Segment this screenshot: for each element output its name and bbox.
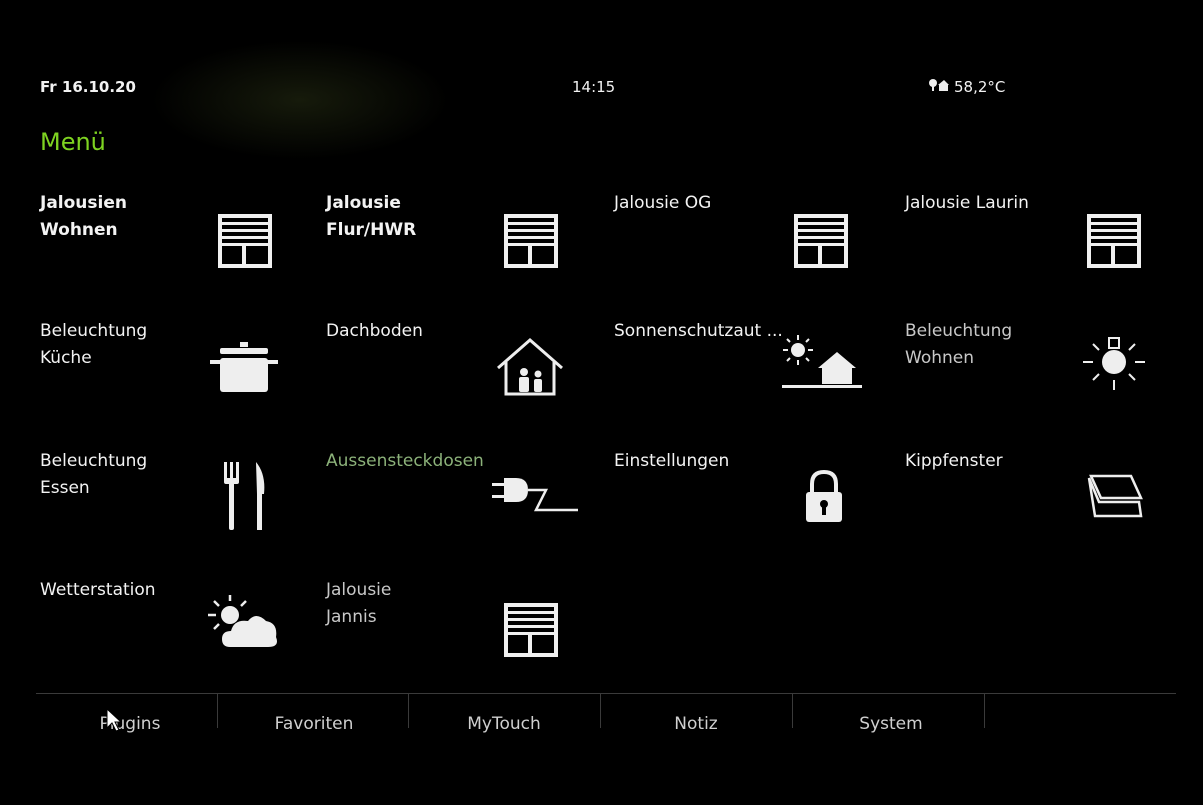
tile-label: Dachboden (326, 321, 423, 341)
tile-sonnenschutzautomatik[interactable]: Sonnenschutzaut ... (614, 318, 864, 438)
nav-separator (600, 694, 601, 728)
plug-icon (490, 474, 580, 524)
tile-jalousien-wohnen[interactable]: Jalousien Wohnen (40, 190, 290, 310)
tile-wetterstation[interactable]: Wetterstation (40, 577, 290, 697)
temperature-value: 58,2°C (954, 78, 1006, 96)
cooking-pot-icon (208, 340, 280, 400)
nav-separator (217, 694, 218, 728)
tile-einstellungen[interactable]: Einstellungen (614, 448, 864, 568)
blind-icon (502, 212, 560, 274)
bottom-navigation: Plugins Favoriten MyTouch Notiz System (36, 690, 1176, 750)
tile-label: Sonnenschutzaut ... (614, 321, 783, 341)
tile-label: Beleuchtung Essen (40, 451, 148, 498)
tab-system[interactable]: System (841, 714, 941, 734)
nav-separator (408, 694, 409, 728)
tile-label: Jalousie Flur/HWR (326, 193, 417, 240)
tab-notiz[interactable]: Notiz (656, 714, 736, 734)
tile-label: Jalousien Wohnen (40, 193, 127, 240)
tile-beleuchtung-wohnen[interactable]: Beleuchtung Wohnen (905, 318, 1155, 438)
tile-label: Beleuchtung Küche (40, 321, 148, 368)
tile-label: Beleuchtung Wohnen (905, 321, 1013, 368)
tile-jalousie-og[interactable]: Jalousie OG (614, 190, 864, 310)
fork-knife-icon (220, 460, 272, 536)
tile-jalousie-laurin[interactable]: Jalousie Laurin (905, 190, 1155, 310)
touch-panel-screen: Fr 16.10.20 14:15 58,2°C Menü Jalousien … (0, 0, 1203, 805)
tile-label: Aussensteckdosen (326, 451, 484, 471)
light-bulb-icon (1079, 332, 1149, 406)
tile-label: Jalousie OG (614, 193, 712, 213)
tile-jalousie-jannis[interactable]: Jalousie Jannis (326, 577, 576, 697)
menu-title: Menü (40, 128, 106, 156)
tab-favoriten[interactable]: Favoriten (264, 714, 364, 734)
blind-icon (502, 601, 560, 663)
tile-beleuchtung-kueche[interactable]: Beleuchtung Küche (40, 318, 290, 438)
tilt-window-icon (1085, 472, 1145, 526)
tree-house-icon (928, 78, 950, 96)
status-date: Fr 16.10.20 (40, 78, 136, 96)
screen-glare (150, 40, 450, 160)
status-time: 14:15 (572, 78, 616, 96)
tile-aussensteckdosen[interactable]: Aussensteckdosen (326, 448, 578, 568)
sun-house-icon (780, 334, 866, 394)
mouse-pointer-icon (106, 707, 123, 736)
tile-kippfenster[interactable]: Kippfenster (905, 448, 1155, 568)
tile-jalousie-flur-hwr[interactable]: Jalousie Flur/HWR (326, 190, 576, 310)
tab-mytouch[interactable]: MyTouch (454, 714, 554, 734)
lock-icon (804, 468, 844, 530)
tile-label: Kippfenster (905, 451, 1003, 471)
tab-plugins[interactable]: Plugins (90, 714, 170, 734)
nav-divider (36, 693, 1176, 694)
status-temperature: 58,2°C (928, 78, 1005, 96)
tile-label: Einstellungen (614, 451, 730, 471)
tile-label: Wetterstation (40, 580, 156, 600)
nav-separator (984, 694, 985, 728)
tile-label: Jalousie Laurin (905, 193, 1029, 213)
tile-dachboden[interactable]: Dachboden (326, 318, 576, 438)
house-family-icon (494, 336, 566, 402)
nav-separator (792, 694, 793, 728)
tile-label: Jalousie Jannis (326, 580, 392, 627)
blind-icon (216, 212, 274, 274)
sun-cloud-icon (204, 593, 282, 655)
blind-icon (792, 212, 850, 274)
blind-icon (1085, 212, 1143, 274)
tile-beleuchtung-essen[interactable]: Beleuchtung Essen (40, 448, 290, 568)
